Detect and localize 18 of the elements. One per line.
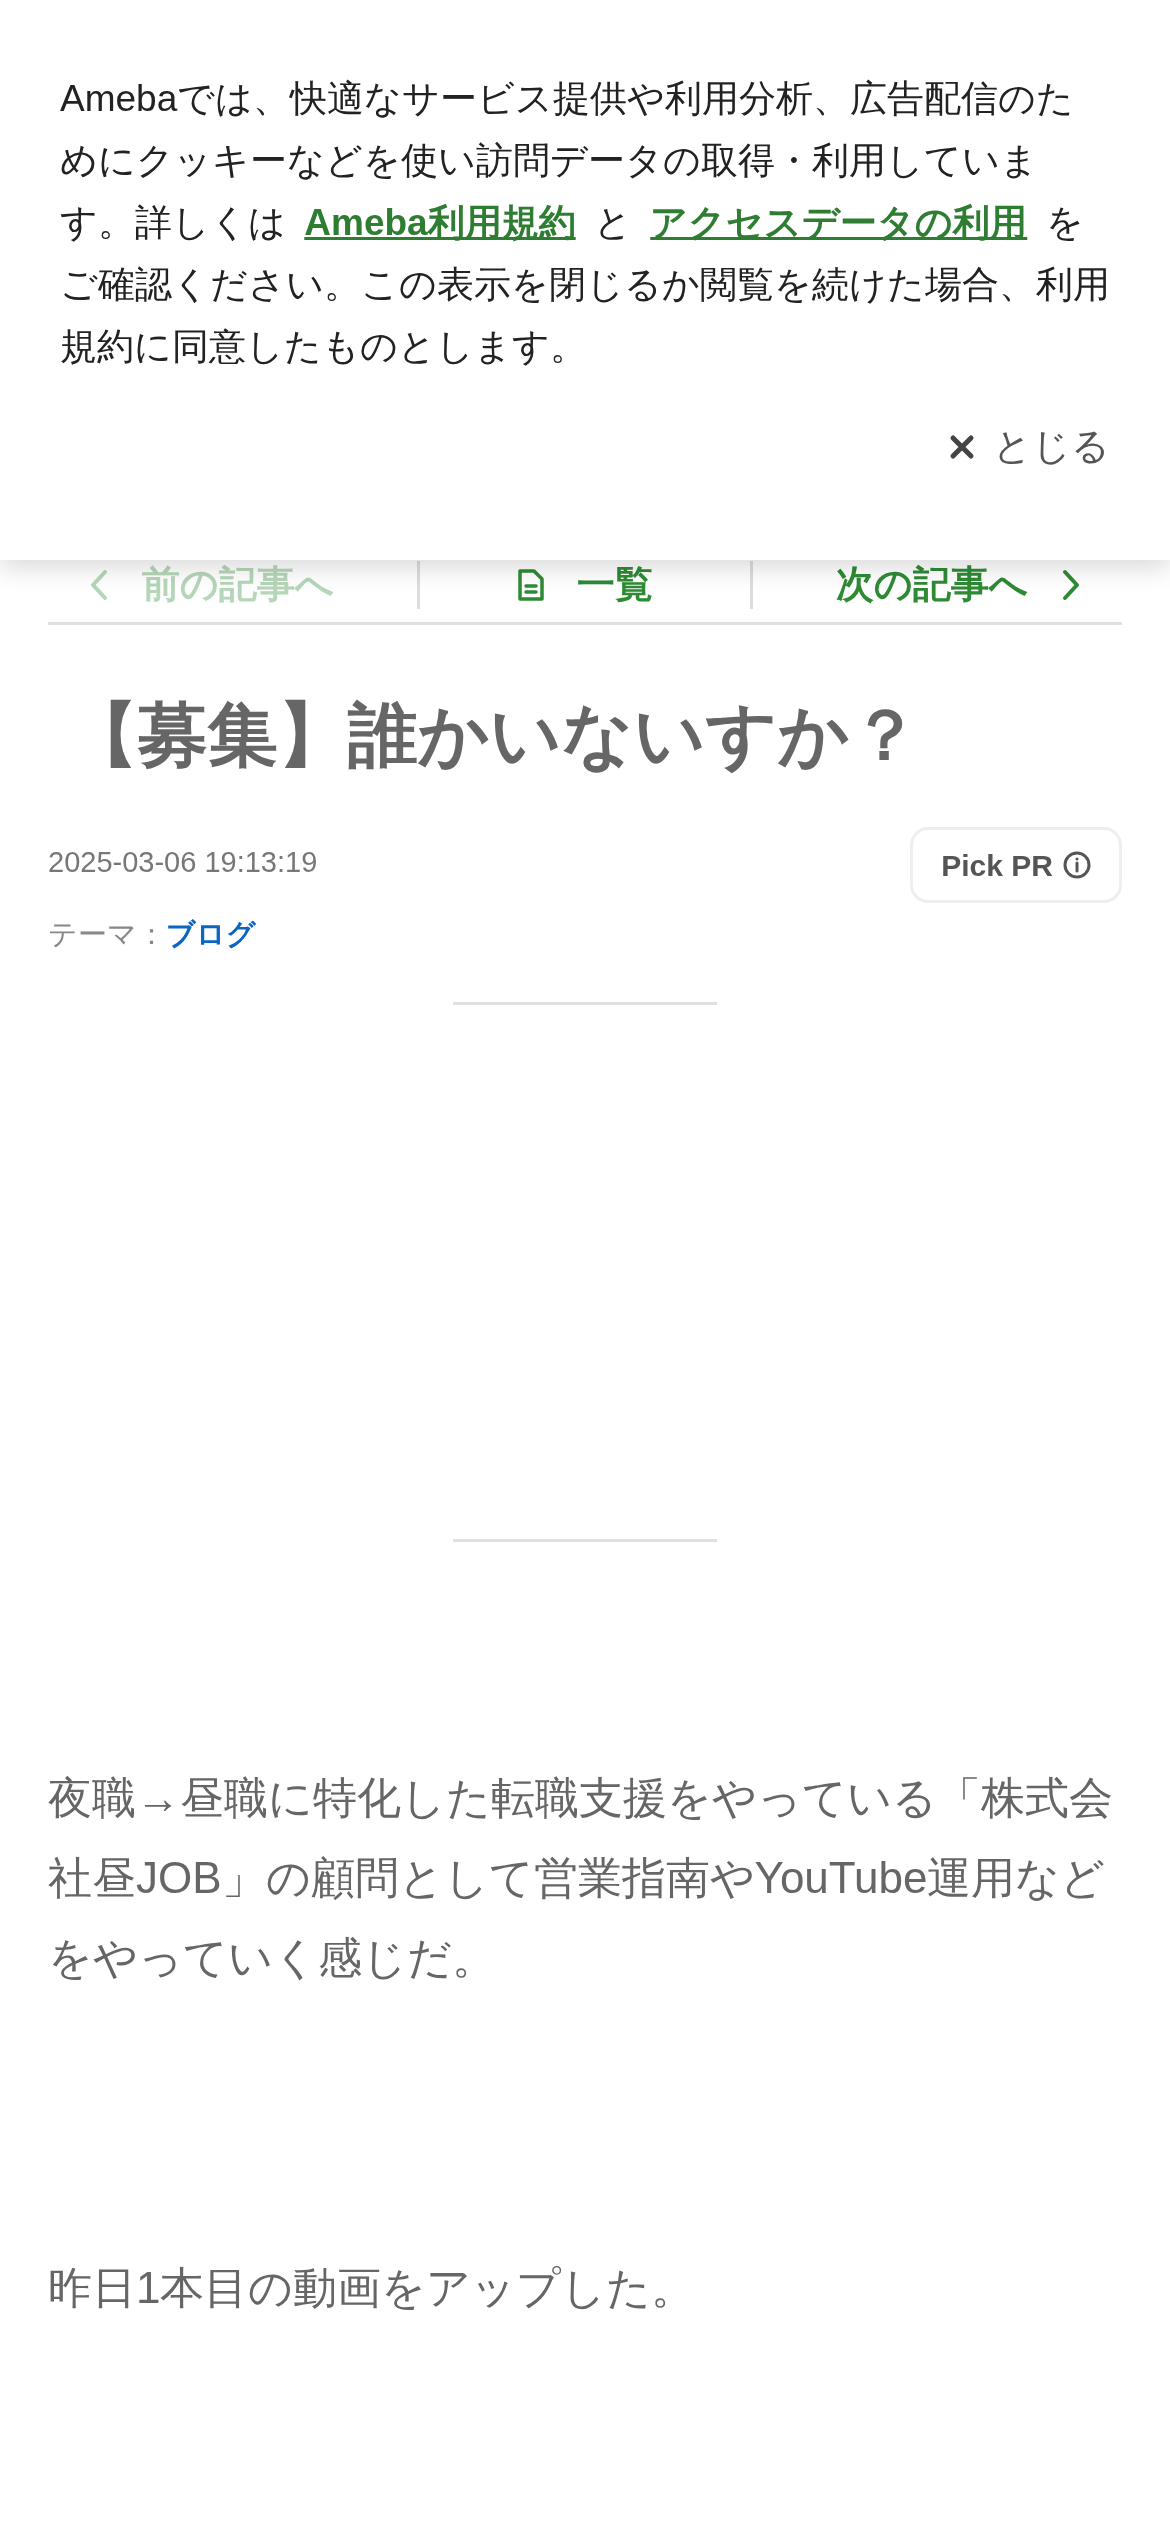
- policy-link[interactable]: アクセスデータの利用: [650, 202, 1028, 243]
- close-icon: [949, 433, 975, 460]
- body-paragraph: 夜職→昼職に特化した転職支援をやっている「株式会社昼JOB」の顧問として営業指南やYouTube運用などをやっていく感じだ。: [48, 1772, 1114, 1984]
- document-icon: [517, 567, 545, 602]
- pick-pr-button[interactable]: Pick PR: [910, 827, 1122, 903]
- cookie-notice-text: Amebaでは、快適なサービス提供や利用分析、広告配信のためにクッキーなどを使い訪問データの取得・利用しています。詳しくは Ameba利用規約 と アクセスデータの利用 をご確認ください。この表示を閉じるか閲覧を続けた場合、利用規約に同意したものとします。: [60, 77, 1110, 369]
- theme-label: テーマ：: [48, 916, 166, 952]
- body-paragraph: 昨日1本目の動画をアップした。: [48, 2262, 697, 2314]
- chevron-right-icon: [1060, 567, 1082, 602]
- article-title: 【募集】誰かいないすか？: [67, 695, 921, 776]
- policy-link[interactable]: Ameba利用規約: [304, 202, 576, 243]
- theme-link[interactable]: ブログ: [166, 912, 256, 956]
- post-date: 2025-03-06 19:13:19: [48, 845, 318, 880]
- chevron-left-icon: [88, 567, 110, 602]
- info-icon: [1063, 851, 1091, 879]
- next-article-link[interactable]: 次の記事へ: [752, 556, 1122, 613]
- close-button[interactable]: とじる: [949, 418, 1110, 475]
- list-link[interactable]: 一覧: [420, 556, 750, 613]
